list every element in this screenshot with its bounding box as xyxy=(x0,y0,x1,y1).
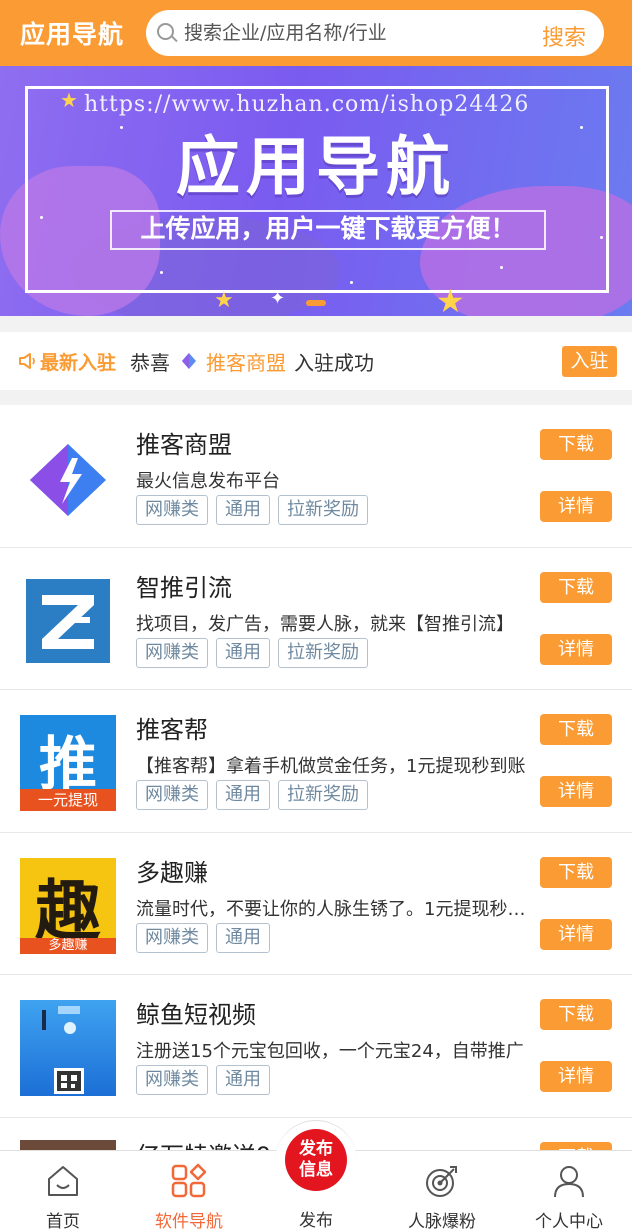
app-tags: 网赚类 通用 拉新奖励 xyxy=(136,637,376,668)
tag: 通用 xyxy=(216,1065,270,1095)
nav-profile[interactable]: 个人中心 xyxy=(506,1151,632,1232)
detail-button[interactable]: 详情 xyxy=(540,633,612,665)
app-list: 推客商盟 最火信息发布平台 网赚类 通用 拉新奖励 下载 详情 智推引流 找项目… xyxy=(0,405,632,1158)
join-button[interactable]: 入驻 xyxy=(562,346,617,377)
detail-button[interactable]: 详情 xyxy=(540,776,612,807)
app-desc: 流量时代，不要让你的人脉生锈了。1元提现秒到账 xyxy=(136,898,536,920)
star-icon: ★ xyxy=(60,88,78,112)
list-item[interactable]: 推客商盟 最火信息发布平台 网赚类 通用 拉新奖励 下载 详情 xyxy=(0,405,632,548)
list-item[interactable]: 智推引流 找项目，发广告，需要人脉，就来【智推引流】 网赚类 通用 拉新奖励 下… xyxy=(0,548,632,690)
notice-label: 最新入驻 xyxy=(40,351,117,374)
tag: 拉新奖励 xyxy=(278,495,368,525)
app-desc: 最火信息发布平台 xyxy=(136,471,280,492)
nav-label: 人脉爆粉 xyxy=(408,1212,476,1232)
app-name[interactable]: 推客帮 xyxy=(136,710,208,745)
download-button[interactable]: 下载 xyxy=(540,856,612,888)
star-icon: ★ xyxy=(436,282,465,316)
search-input[interactable] xyxy=(184,22,514,44)
publish-button[interactable]: 发布信息 xyxy=(285,1129,347,1191)
grid-icon xyxy=(171,1163,207,1199)
publish-text: 发布信息 xyxy=(299,1139,333,1180)
detail-button[interactable]: 详情 xyxy=(540,918,612,950)
download-button[interactable]: 下载 xyxy=(540,714,612,745)
new-join-notice: 最新入驻 恭喜 推客商盟 入驻成功 入驻 xyxy=(0,332,632,390)
nav-home[interactable]: 首页 xyxy=(0,1151,126,1232)
app-tags: 网赚类 通用 拉新奖励 xyxy=(136,780,376,810)
list-item[interactable]: 鲸鱼短视频 注册送15个元宝包回收，一个元宝24，自带推广 网赚类 通用 下载 … xyxy=(0,975,632,1118)
tag: 通用 xyxy=(216,780,270,810)
app-tags: 网赚类 通用 xyxy=(136,922,278,953)
notice-text: 恭喜 xyxy=(130,350,171,375)
nav-software[interactable]: 软件导航 xyxy=(126,1151,252,1232)
tag: 通用 xyxy=(216,495,270,525)
detail-button[interactable]: 详情 xyxy=(540,491,612,522)
icon-caption: 一元提现 xyxy=(20,789,116,811)
tuike-shangmeng-logo-icon xyxy=(20,430,116,526)
sparkle xyxy=(40,216,43,219)
tag: 网赚类 xyxy=(136,922,208,953)
app-name[interactable]: 多趣赚 xyxy=(136,853,208,888)
tag: 网赚类 xyxy=(136,495,208,525)
star-icon: ★ xyxy=(214,288,234,313)
app-logo-icon xyxy=(180,352,198,370)
sparkle-icon: ✦ xyxy=(270,288,286,309)
nav-label: 首页 xyxy=(46,1212,80,1232)
download-button[interactable]: 下载 xyxy=(540,999,612,1030)
sparkle xyxy=(500,266,503,269)
carousel-indicator[interactable] xyxy=(306,300,326,306)
page-title: 应用导航 xyxy=(20,20,125,49)
jingyu-video-logo-icon xyxy=(20,1000,116,1096)
list-item[interactable]: 推 一元提现 推客帮 【推客帮】拿着手机做赏金任务，1元提现秒到账 网赚类 通用… xyxy=(0,690,632,833)
search-button[interactable]: 搜索 xyxy=(542,20,586,52)
tag: 网赚类 xyxy=(136,780,208,810)
app-desc: 注册送15个元宝包回收，一个元宝24，自带推广 xyxy=(136,1041,524,1062)
promo-banner[interactable]: ★ ★ ★ ✦ https://www.huzhan.com/ishop2442… xyxy=(0,66,632,316)
top-header: 应用导航 搜索 xyxy=(0,0,632,66)
list-item[interactable]: 趣 多趣赚 多趣赚 流量时代，不要让你的人脉生锈了。1元提现秒到账 网赚类 通用… xyxy=(0,833,632,975)
sparkle xyxy=(600,236,603,239)
app-name[interactable]: 鲸鱼短视频 xyxy=(136,995,256,1030)
notice-text: 入驻成功 xyxy=(294,350,375,375)
nav-label: 软件导航 xyxy=(155,1212,223,1232)
tag: 网赚类 xyxy=(136,637,208,668)
search-box[interactable]: 搜索 xyxy=(146,10,604,56)
tag: 网赚类 xyxy=(136,1065,208,1095)
notice-app-name[interactable]: 推客商盟 xyxy=(206,347,286,376)
download-button[interactable]: 下载 xyxy=(540,429,612,460)
user-icon xyxy=(551,1163,587,1199)
app-tags: 网赚类 通用 xyxy=(136,1065,278,1095)
icon-caption: 多趣赚 xyxy=(20,937,116,954)
target-icon xyxy=(424,1163,460,1199)
banner-watermark: https://www.huzhan.com/ishop24426 xyxy=(84,92,530,117)
duoquzhuan-logo-icon: 趣 多趣赚 xyxy=(20,857,116,954)
sparkle xyxy=(160,271,163,274)
app-name[interactable]: 推客商盟 xyxy=(136,425,232,460)
tag: 拉新奖励 xyxy=(278,780,368,810)
banner-slogan: 上传应用，用户一键下载更方便！ xyxy=(140,214,516,243)
megaphone-icon xyxy=(18,351,38,371)
app-desc: 【推客帮】拿着手机做赏金任务，1元提现秒到账 xyxy=(136,756,526,777)
app-name[interactable]: 智推引流 xyxy=(136,568,232,603)
app-tags: 网赚类 通用 拉新奖励 xyxy=(136,495,376,525)
tag: 拉新奖励 xyxy=(278,637,368,668)
banner-title: 应用导航 xyxy=(176,131,456,205)
download-button[interactable]: 下载 xyxy=(540,571,612,603)
tag: 通用 xyxy=(216,637,270,668)
nav-label: 发布 xyxy=(299,1211,333,1231)
detail-button[interactable]: 详情 xyxy=(540,1061,612,1092)
sparkle xyxy=(350,281,353,284)
zhitui-logo-icon xyxy=(20,572,116,669)
tag: 通用 xyxy=(216,922,270,953)
home-icon xyxy=(45,1163,81,1199)
publish-button-bg: 发布信息 xyxy=(275,1120,357,1202)
search-icon xyxy=(156,22,178,44)
app-desc: 找项目，发广告，需要人脉，就来【智推引流】 xyxy=(136,613,514,635)
tuikebang-logo-icon: 推 一元提现 xyxy=(20,715,116,811)
nav-label: 个人中心 xyxy=(535,1212,603,1232)
nav-contacts[interactable]: 人脉爆粉 xyxy=(379,1151,505,1232)
